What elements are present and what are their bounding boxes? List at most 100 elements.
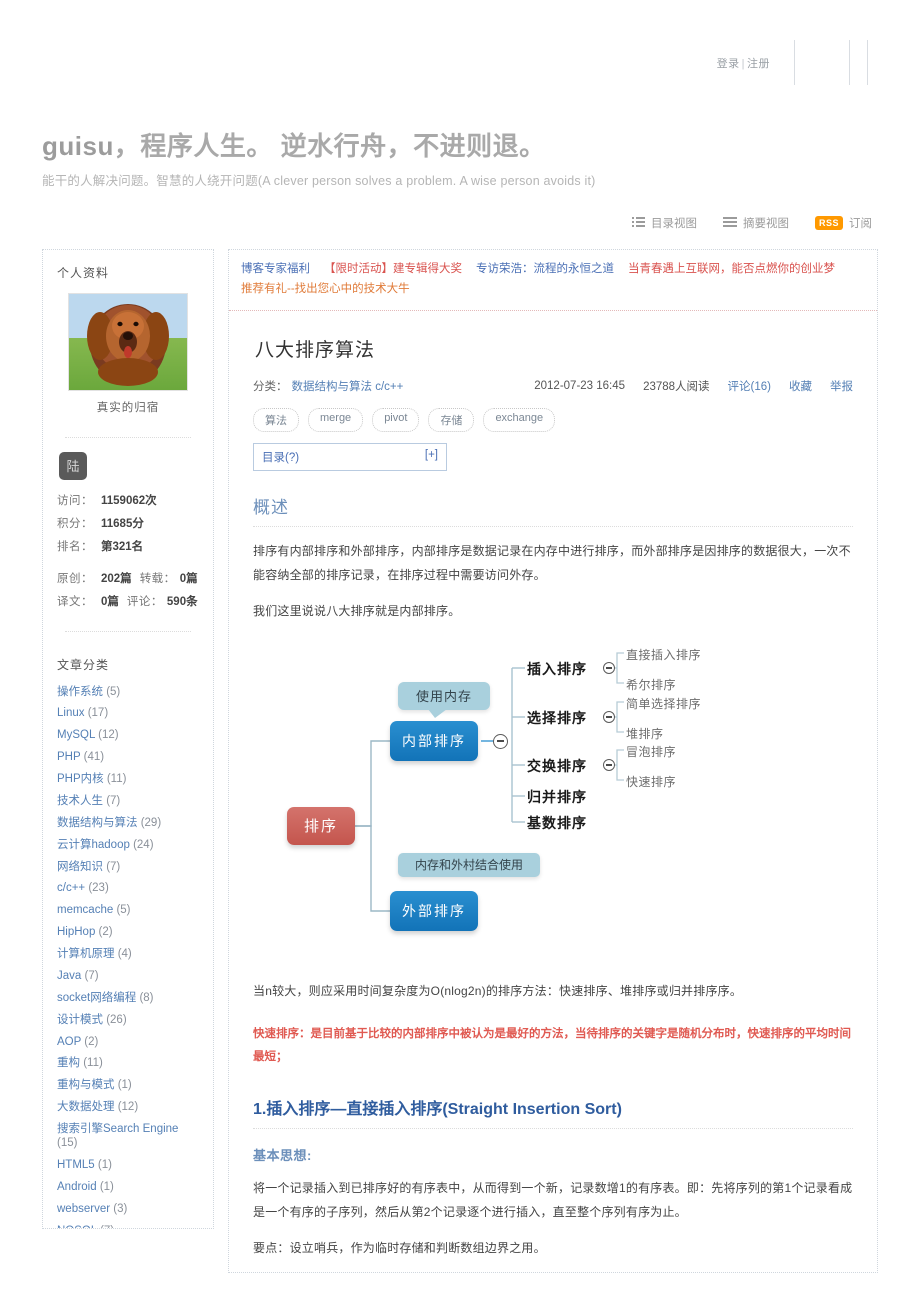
category-name[interactable]: 操作系统 — [57, 686, 103, 698]
favorite-button[interactable]: 收藏 — [789, 378, 812, 394]
promo-link[interactable]: 当青春遇上互联网，能否点燃你的创业梦 — [628, 263, 835, 275]
promo-link[interactable]: 推荐有礼--找出您心中的技术大牛 — [241, 283, 410, 295]
sidebar-category-item[interactable]: 计算机原理 (4) — [57, 947, 199, 961]
category-count: (7) — [81, 969, 99, 982]
blog-header: guisu，程序人生。 逆水行舟，不进则退。 能干的人解决问题。智慧的人绕开问题… — [0, 110, 920, 189]
mindmap-node-internal-sort[interactable]: 内部排序 — [390, 720, 478, 761]
sidebar-category-item[interactable]: 重构与模式 (1) — [57, 1078, 199, 1092]
mindmap-l3-heap[interactable]: 堆排序 — [626, 725, 664, 742]
sidebar-category-item[interactable]: 操作系统 (5) — [57, 685, 199, 699]
category-name[interactable]: HipHop — [57, 926, 95, 938]
minus-toggle-selection-icon[interactable] — [603, 710, 615, 723]
category-name[interactable]: PHP内核 — [57, 773, 104, 785]
category-count: (2) — [81, 1035, 99, 1048]
sidebar-category-item[interactable]: PHP内核 (11) — [57, 772, 199, 786]
mindmap-l2-insertion[interactable]: 插入排序 — [527, 659, 587, 679]
login-link[interactable]: 登录 — [717, 58, 740, 70]
report-button[interactable]: 举报 — [830, 378, 853, 394]
sidebar-category-item[interactable]: c/c++ (23) — [57, 881, 199, 895]
sidebar-category-item[interactable]: 设计模式 (26) — [57, 1013, 199, 1027]
list-view-icon — [631, 217, 645, 228]
category-name[interactable]: 技术人生 — [57, 795, 103, 807]
category-name[interactable]: Linux — [57, 707, 85, 719]
promo-link[interactable]: 【限时活动】建专辑得大奖 — [324, 263, 462, 275]
category-name[interactable]: PHP — [57, 751, 80, 763]
stat-value: 202篇 — [101, 572, 132, 585]
sidebar-category-item[interactable]: socket网络编程 (8) — [57, 991, 199, 1005]
mindmap-l3-straight-insertion[interactable]: 直接插入排序 — [626, 646, 701, 663]
category-name[interactable]: 大数据处理 — [57, 1101, 115, 1113]
category-name[interactable]: NOSQL — [57, 1225, 97, 1228]
category-name[interactable]: 设计模式 — [57, 1014, 103, 1026]
category-name[interactable]: Java — [57, 970, 81, 982]
article-tag[interactable]: exchange — [483, 407, 556, 432]
mindmap-node-external-sort[interactable]: 外部排序 — [390, 890, 478, 931]
category-name[interactable]: 数据结构与算法 — [57, 817, 138, 829]
promo-link[interactable]: 专访荣浩：流程的永恒之道 — [476, 263, 614, 275]
category-name[interactable]: AOP — [57, 1036, 81, 1048]
category-name[interactable]: 网络知识 — [57, 861, 103, 873]
sidebar-category-item[interactable]: HTML5 (1) — [57, 1158, 199, 1172]
sidebar-category-item[interactable]: 技术人生 (7) — [57, 794, 199, 808]
mindmap-l3-bubble[interactable]: 冒泡排序 — [626, 743, 676, 760]
sidebar-category-item[interactable]: 数据结构与算法 (29) — [57, 816, 199, 830]
sidebar-category-item[interactable]: 网络知识 (7) — [57, 860, 199, 874]
rss-subscribe-button[interactable]: RSS 订阅 — [814, 215, 872, 231]
promo-link[interactable]: 博客专家福利 — [241, 263, 310, 275]
stat-row-visits: 访问： 1159062次 — [57, 492, 199, 508]
minus-toggle-internal-icon[interactable] — [493, 733, 508, 749]
sidebar-category-item[interactable]: MySQL (12) — [57, 728, 199, 742]
sidebar-category-item[interactable]: AOP (2) — [57, 1035, 199, 1049]
category-name[interactable]: 计算机原理 — [57, 948, 115, 960]
category-name[interactable]: Android — [57, 1181, 97, 1193]
sidebar-category-item[interactable]: 搜索引擎Search Engine (15) — [57, 1122, 199, 1151]
sidebar-category-item[interactable]: Linux (17) — [57, 706, 199, 720]
category-name[interactable]: MySQL — [57, 729, 95, 741]
sidebar-category-item[interactable]: NOSQL (7) — [57, 1224, 199, 1228]
register-link[interactable]: 注册 — [747, 58, 770, 70]
comments-link[interactable]: 评论(16) — [728, 378, 771, 394]
sidebar-category-item[interactable]: Java (7) — [57, 969, 199, 983]
toc-box[interactable]: 目录(?) [+] — [253, 442, 447, 471]
mindmap-l3-simple-selection[interactable]: 简单选择排序 — [626, 695, 701, 712]
category-name[interactable]: HTML5 — [57, 1159, 95, 1171]
mindmap-l2-radix[interactable]: 基数排序 — [527, 813, 587, 833]
category-name[interactable]: socket网络编程 — [57, 992, 136, 1004]
category-name[interactable]: 云计算hadoop — [57, 839, 130, 851]
category-name[interactable]: c/c++ — [57, 882, 85, 894]
mindmap-l3-quick[interactable]: 快速排序 — [626, 773, 676, 790]
category-name[interactable]: memcache — [57, 904, 113, 916]
sidebar-category-item[interactable]: HipHop (2) — [57, 925, 199, 939]
mindmap-l3-shell[interactable]: 希尔排序 — [626, 676, 676, 693]
article: 八大排序算法 分类： 数据结构与算法 c/c++ 2012-07-23 16:4… — [229, 311, 877, 1260]
article-tag[interactable]: pivot — [372, 407, 420, 432]
avatar[interactable] — [68, 292, 188, 391]
insertion-paragraph-2: 要点：设立哨兵，作为临时存储和判断数组边界之用。 — [253, 1240, 546, 1255]
mindmap-l2-merge[interactable]: 归并排序 — [527, 787, 587, 807]
sidebar-category-item[interactable]: 重构 (11) — [57, 1056, 199, 1070]
category-name[interactable]: webserver — [57, 1203, 110, 1215]
sidebar-category-item[interactable]: memcache (5) — [57, 903, 199, 917]
sidebar-category-item[interactable]: PHP (41) — [57, 750, 199, 764]
category-name[interactable]: 搜索引擎Search Engine — [57, 1123, 178, 1135]
sidebar-category-item[interactable]: Android (1) — [57, 1180, 199, 1194]
categories-list: 操作系统 (5) Linux (17) MySQL (12) PHP (41) PHP内… — [57, 685, 199, 1228]
category-name[interactable]: 重构 — [57, 1057, 80, 1069]
toc-expand-toggle[interactable]: [+] — [425, 449, 438, 465]
sidebar-category-item[interactable]: 云计算hadoop (24) — [57, 838, 199, 852]
mindmap-l2-selection[interactable]: 选择排序 — [527, 708, 587, 728]
article-tag[interactable]: 存储 — [428, 407, 475, 432]
category-link[interactable]: 数据结构与算法 c/c++ — [292, 378, 404, 394]
minus-toggle-exchange-icon[interactable] — [603, 758, 615, 771]
article-tag[interactable]: 算法 — [253, 407, 299, 432]
minus-toggle-insertion-icon[interactable] — [603, 661, 615, 674]
sidebar-category-item[interactable]: 大数据处理 (12) — [57, 1100, 199, 1114]
catalog-view-button[interactable]: 目录视图 — [631, 215, 697, 231]
category-name[interactable]: 重构与模式 — [57, 1079, 115, 1091]
mindmap-root-node[interactable]: 排序 — [287, 806, 355, 845]
sidebar-category-item[interactable]: webserver (3) — [57, 1202, 199, 1216]
summary-view-button[interactable]: 摘要视图 — [722, 215, 789, 231]
article-tag[interactable]: merge — [308, 407, 364, 432]
mindmap-l2-exchange[interactable]: 交换排序 — [527, 756, 587, 776]
stat-value: 11685分 — [101, 517, 144, 530]
